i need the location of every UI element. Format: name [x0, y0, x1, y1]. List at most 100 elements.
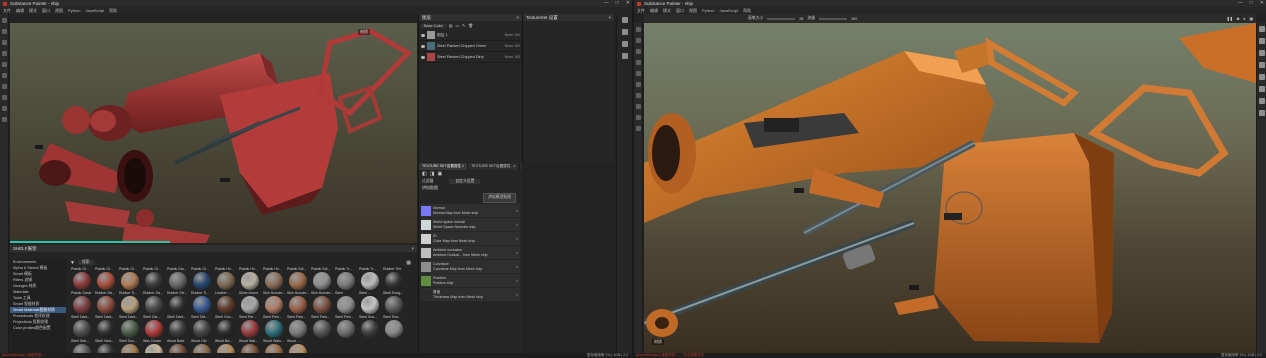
- viewport-3d[interactable]: 材质: [644, 23, 1256, 353]
- camera-icon[interactable]: ◙: [1237, 17, 1239, 21]
- bake-icon[interactable]: [1, 106, 7, 111]
- menu-edit[interactable]: 编辑: [650, 8, 658, 14]
- shelf-material-item[interactable]: Steel Sco...: [118, 339, 142, 353]
- menu-view[interactable]: 视图: [689, 8, 697, 14]
- menu-python[interactable]: Python: [68, 8, 80, 13]
- layers-dock-icon[interactable]: [621, 17, 628, 23]
- bake-map-item[interactable]: Curvature Curvature Map from Mesh ship ×: [421, 260, 520, 273]
- shelf-material-item[interactable]: Steel Vara...: [94, 339, 118, 353]
- shelf-material-item[interactable]: Wax Cream: [142, 339, 166, 353]
- shelf-material-item[interactable]: Rubber Ti...: [190, 291, 214, 315]
- bake-map-item[interactable]: 厚度 Thickness Map from Mesh ship ×: [421, 288, 520, 301]
- add-layer-icon[interactable]: ▤: [449, 23, 453, 28]
- layer-row[interactable]: 图层 1 Norm 100: [419, 30, 522, 41]
- brush-icon[interactable]: ✎: [462, 23, 465, 28]
- menu-view[interactable]: 视图: [55, 8, 63, 14]
- texture-set-icon[interactable]: [1258, 38, 1265, 44]
- picker-tool-icon[interactable]: [1, 84, 7, 89]
- display-icon[interactable]: ▣: [1249, 16, 1256, 21]
- layer-blend[interactable]: Norm 100: [505, 44, 522, 48]
- shelf-material-item[interactable]: Steel Dark...: [94, 315, 118, 339]
- minimize-button[interactable]: —: [604, 0, 609, 6]
- layers-close-icon[interactable]: ×: [516, 15, 519, 20]
- viewport-3d[interactable]: ❚❚ ◙ ● ▣: [10, 23, 417, 243]
- layers-dock-icon[interactable]: [1258, 26, 1265, 32]
- shelf-material-item[interactable]: Steel Gun...: [214, 315, 238, 339]
- polygon-fill-icon[interactable]: [1, 117, 7, 122]
- remove-icon[interactable]: ×: [516, 223, 520, 227]
- shelf-material-item[interactable]: Plastic Ho...: [214, 267, 238, 291]
- shelf-material-item[interactable]: Plastic Gl...: [94, 267, 118, 291]
- shelf-material-item[interactable]: Steel Pain...: [310, 315, 334, 339]
- bake-map-item[interactable]: Normal Normal Map from Mesh ship ×: [421, 204, 520, 217]
- close-button[interactable]: ✕: [1260, 0, 1264, 6]
- shelf-material-item[interactable]: Skin Human...: [262, 291, 286, 315]
- paint-tool-icon[interactable]: [635, 27, 641, 32]
- shelf-material-item[interactable]: Rubber Fle...: [166, 291, 190, 315]
- bake-icon[interactable]: [635, 115, 641, 120]
- shelf-material-item[interactable]: Plastic Gl...: [190, 267, 214, 291]
- tab-properties[interactable]: TEXTURE SET设置属性 ×: [419, 163, 469, 170]
- remove-icon[interactable]: ×: [516, 209, 520, 213]
- bake-map-item[interactable]: ID Color Map from Mesh ship ×: [421, 232, 520, 245]
- pause-icon[interactable]: ❚❚: [1226, 16, 1232, 21]
- projection-tool-icon[interactable]: [635, 49, 641, 54]
- flow-slider[interactable]: [819, 17, 848, 20]
- tab-properties-2[interactable]: TEXTURE SET设置属性 - ×: [468, 163, 520, 170]
- grid-view-icon[interactable]: ▦: [406, 260, 417, 266]
- shelf-category[interactable]: Color profiles颜色配置: [10, 325, 66, 331]
- menu-javascript[interactable]: JavaScript: [719, 8, 738, 13]
- remove-icon[interactable]: ×: [516, 293, 520, 297]
- clone-tool-icon[interactable]: [1, 73, 7, 78]
- eraser-tool-icon[interactable]: [635, 38, 641, 43]
- shelf-material-item[interactable]: Rubber Zis...: [94, 291, 118, 315]
- remove-icon[interactable]: ×: [516, 265, 520, 269]
- material-picker-icon[interactable]: [635, 104, 641, 109]
- maximize-button[interactable]: □: [1250, 0, 1253, 6]
- remove-icon[interactable]: ×: [516, 237, 520, 241]
- folder-icon[interactable]: ▭: [455, 23, 459, 28]
- minimize-button[interactable]: —: [1238, 0, 1243, 6]
- layer-blend[interactable]: Norm 100: [505, 33, 522, 37]
- fill-icon[interactable]: ◧: [422, 171, 427, 177]
- eraser-tool-icon[interactable]: [1, 29, 7, 34]
- log-icon[interactable]: [1258, 110, 1265, 116]
- remove-icon[interactable]: ×: [516, 279, 520, 283]
- paint-tool-icon[interactable]: [1, 18, 7, 23]
- preset-dropdown[interactable]: 自定义设置: [449, 178, 481, 184]
- menu-mode[interactable]: 模式: [663, 8, 671, 14]
- texset-close-icon[interactable]: ×: [608, 15, 611, 20]
- shelf-material-item[interactable]: Plastic Tr...: [334, 267, 358, 291]
- delete-icon[interactable]: 🗑: [468, 23, 473, 28]
- shelf-material-item[interactable]: Steel Dark...: [118, 315, 142, 339]
- shelf-material-item[interactable]: [358, 339, 382, 353]
- shelf-material-item[interactable]: Plastic Ho...: [238, 267, 262, 291]
- brush-size-slider[interactable]: [767, 17, 796, 20]
- shelf-material-item[interactable]: Plastic Gl...: [142, 267, 166, 291]
- remove-icon[interactable]: ×: [516, 251, 520, 255]
- flow-value[interactable]: 100: [851, 17, 857, 21]
- shelf-material-item[interactable]: Steel Sca...: [358, 315, 382, 339]
- shelf-material-item[interactable]: Rubber Zis...: [142, 291, 166, 315]
- shelf-material-item[interactable]: Wood Old: [190, 339, 214, 353]
- search-input[interactable]: 搜索: [77, 260, 94, 265]
- shelf-material-item[interactable]: Steel: [334, 291, 358, 315]
- picker-tool-icon[interactable]: [635, 93, 641, 98]
- display-settings-icon[interactable]: [1258, 74, 1265, 80]
- eye-icon[interactable]: [421, 33, 425, 37]
- menu-edit[interactable]: 编辑: [16, 8, 24, 14]
- shelf-material-item[interactable]: Plastic Sof...: [286, 267, 310, 291]
- shader-icon[interactable]: [621, 53, 628, 59]
- projection-tool-icon[interactable]: [1, 40, 7, 45]
- brush-size-value[interactable]: 28: [799, 17, 803, 21]
- render-icon[interactable]: ●: [1243, 17, 1245, 21]
- shelf-material-item[interactable]: Steel Dar...: [142, 315, 166, 339]
- menu-file[interactable]: 文件: [637, 8, 645, 14]
- shelf-material-item[interactable]: [310, 339, 334, 353]
- shelf-dock-icon[interactable]: [1258, 62, 1265, 68]
- bake-button[interactable]: 烘焙模型贴图: [483, 193, 516, 203]
- menu-help[interactable]: 帮助: [109, 8, 117, 14]
- menu-file[interactable]: 文件: [3, 8, 11, 14]
- mask-icon[interactable]: ▣: [437, 171, 442, 177]
- history-icon[interactable]: [1258, 98, 1265, 104]
